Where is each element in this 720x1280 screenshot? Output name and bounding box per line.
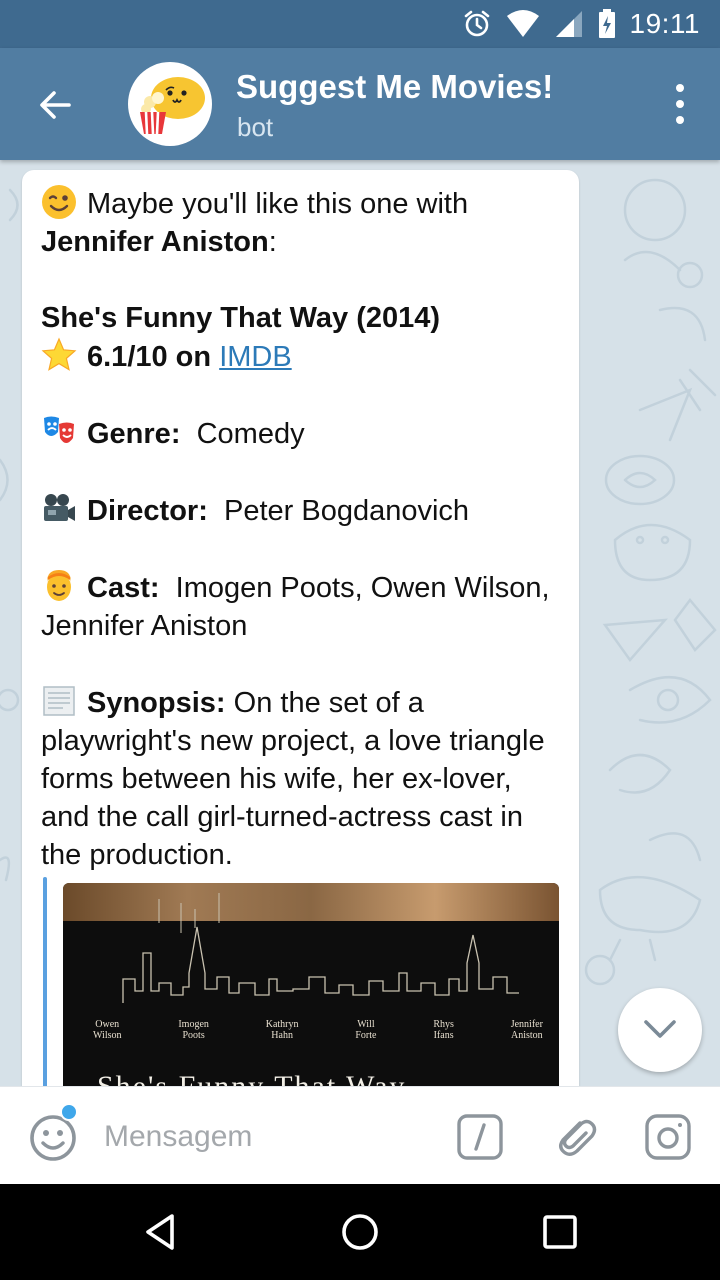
movie-title: She's Funny That Way (2014) bbox=[41, 299, 559, 337]
actor-suffix: : bbox=[268, 226, 277, 258]
message-input[interactable] bbox=[104, 1115, 424, 1159]
movie-camera-emoji-icon bbox=[44, 494, 75, 521]
status-time: 19:11 bbox=[629, 8, 700, 39]
synopsis-label: Synopsis: bbox=[87, 687, 226, 719]
poster-credit: Kathryn Hahn bbox=[265, 1019, 299, 1041]
director-label: Director: bbox=[87, 495, 208, 527]
genre-value: Comedy bbox=[196, 418, 305, 450]
poster-credit: Imogen Poots bbox=[178, 1019, 209, 1041]
nav-home-button[interactable] bbox=[340, 1212, 380, 1252]
movie-poster-image[interactable]: Owen Wilson Imogen Poots Kathryn Hahn Will F… bbox=[63, 883, 559, 1086]
alarm-icon bbox=[464, 10, 489, 37]
chat-header: Suggest Me Movies! bot bbox=[0, 48, 720, 160]
chat-title: Suggest Me Movies! bbox=[236, 68, 554, 105]
person-emoji-icon bbox=[47, 570, 71, 601]
bot-command-button[interactable] bbox=[456, 1113, 504, 1161]
preview-accent-bar bbox=[43, 877, 47, 1086]
rating-line: 6.1/10 on IMDB bbox=[41, 337, 559, 376]
more-vert-dot bbox=[676, 100, 684, 108]
system-nav-bar bbox=[0, 1184, 720, 1280]
status-icons: 19:11 bbox=[462, 0, 701, 48]
nav-recents-button[interactable] bbox=[542, 1214, 578, 1250]
genre-label: Genre: bbox=[87, 418, 181, 450]
signal-icon bbox=[555, 11, 582, 37]
circle-home-icon bbox=[342, 1214, 378, 1250]
status-bar: 19:11 bbox=[0, 0, 720, 48]
intro-text: Maybe you'll like this one with bbox=[87, 188, 469, 220]
poster-credits: Owen Wilson Imogen Poots Kathryn Hahn Will F… bbox=[93, 1019, 543, 1041]
poster-credit: Rhys Ifans bbox=[433, 1019, 454, 1041]
synopsis-line: Synopsis: On the set of a playwright's n… bbox=[41, 683, 559, 874]
paperclip-icon bbox=[559, 1119, 597, 1156]
poster-credit: Jennifer Aniston bbox=[510, 1019, 543, 1041]
poster-skyline bbox=[122, 893, 519, 1003]
wifi-icon bbox=[506, 10, 539, 37]
intro-line: Maybe you'll like this one with Jennifer… bbox=[41, 184, 559, 261]
cast-label: Cast: bbox=[87, 572, 160, 604]
more-options-button[interactable] bbox=[670, 84, 690, 124]
arrow-left-icon bbox=[40, 91, 71, 119]
square-recents-icon bbox=[543, 1215, 577, 1249]
more-vert-dot bbox=[676, 116, 684, 124]
camera-button[interactable] bbox=[644, 1113, 692, 1161]
popcorn-logo bbox=[140, 77, 205, 135]
poster-title-art: She's Funny That Way bbox=[97, 1068, 406, 1086]
wink-emoji-icon bbox=[42, 185, 76, 219]
cast-line: Cast: Imogen Poots, Owen Wilson, Jennife… bbox=[41, 568, 559, 645]
chat-area[interactable]: Maybe you'll like this one with Jennifer… bbox=[0, 160, 720, 1086]
theater-masks-emoji-icon bbox=[44, 416, 74, 443]
poster-credit: Owen Wilson bbox=[93, 1019, 122, 1041]
nav-back-button[interactable] bbox=[140, 1212, 180, 1252]
back-button[interactable] bbox=[28, 78, 82, 132]
triangle-back-icon bbox=[146, 1214, 174, 1250]
movie-title-text: She's Funny That Way (2014) bbox=[41, 302, 441, 334]
attach-button[interactable] bbox=[550, 1111, 600, 1161]
actor-name: Jennifer Aniston bbox=[41, 226, 269, 258]
star-emoji-icon bbox=[41, 337, 77, 371]
battery-icon bbox=[598, 9, 615, 38]
notification-dot bbox=[60, 1103, 78, 1121]
bot-avatar[interactable] bbox=[128, 62, 212, 146]
slash-command-icon bbox=[457, 1114, 503, 1160]
scroll-to-bottom-button[interactable] bbox=[618, 988, 702, 1072]
imdb-link[interactable]: IMDB bbox=[219, 341, 292, 373]
chevron-down-icon bbox=[644, 1020, 676, 1038]
director-value: Peter Bogdanovich bbox=[223, 495, 470, 527]
bot-message-bubble[interactable]: Maybe you'll like this one with Jennifer… bbox=[22, 170, 579, 1086]
more-vert-dot bbox=[676, 84, 684, 92]
scroll-emoji-icon bbox=[43, 686, 75, 716]
director-line: Director: Peter Bogdanovich bbox=[41, 491, 559, 530]
camera-icon bbox=[645, 1114, 691, 1160]
chat-subtitle: bot bbox=[237, 112, 274, 142]
message-composer bbox=[0, 1086, 720, 1184]
genre-line: Genre: Comedy bbox=[41, 414, 559, 453]
rating-value: 6.1/10 on bbox=[87, 341, 212, 373]
link-preview[interactable]: Owen Wilson Imogen Poots Kathryn Hahn Will F… bbox=[43, 877, 559, 1086]
poster-credit: Will Forte bbox=[355, 1019, 377, 1041]
